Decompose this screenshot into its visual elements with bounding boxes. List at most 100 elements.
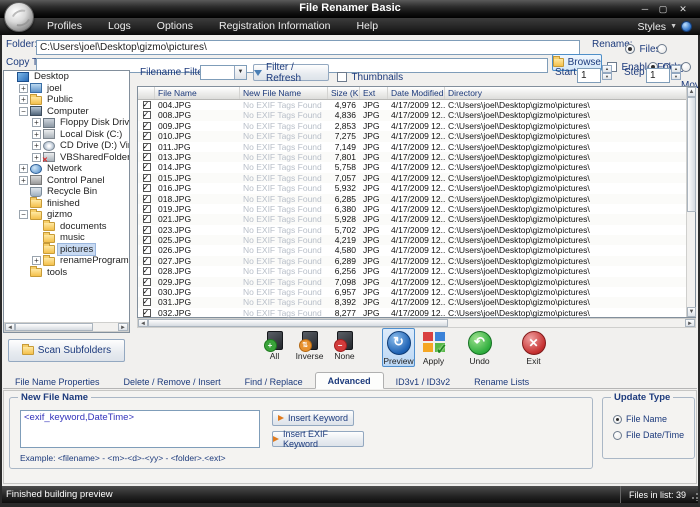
tree-item[interactable]: music [30,232,129,244]
action-button[interactable]: Apply [417,328,450,367]
row-checkbox-cell[interactable] [138,256,155,266]
filename-filter-combobox[interactable]: ▼ [200,65,247,80]
tree-expander-icon[interactable]: + [32,256,41,265]
scroll-left-icon[interactable]: ◄ [138,319,148,327]
scroll-left-icon[interactable]: ◄ [5,323,15,331]
rename-files-radio[interactable] [625,44,635,54]
action-button[interactable]: Exit [517,328,550,367]
header-ext[interactable]: Ext [360,87,388,99]
tree-item[interactable]: + Public [17,94,129,106]
tree-expander-icon[interactable]: + [32,130,41,139]
row-checkbox[interactable] [143,195,151,203]
row-checkbox-cell[interactable] [138,152,155,162]
row-checkbox-cell[interactable] [138,297,155,307]
scroll-right-icon[interactable]: ► [118,323,128,331]
action-button[interactable]: Inverse [293,328,326,367]
menu-item[interactable]: Options [144,18,206,35]
table-row[interactable]: 031.JPG No EXIF Tags Found 8,392 JPG 4/1… [138,297,695,307]
menu-item[interactable]: Logs [95,18,144,35]
row-checkbox-cell[interactable] [138,287,155,297]
tree-item[interactable]: Recycle Bin [17,186,129,198]
row-checkbox-cell[interactable] [138,162,155,172]
table-vertical-scrollbar[interactable]: ▲ ▼ [686,87,695,317]
action-button[interactable]: All [258,328,291,367]
tab[interactable]: Rename Lists [462,374,541,389]
row-checkbox[interactable] [143,205,151,213]
title-bar[interactable]: File Renamer Basic ─ ▢ ✕ [0,0,700,18]
tab[interactable]: Find / Replace [233,374,315,389]
row-checkbox[interactable] [143,143,151,151]
action-button[interactable]: Preview [382,328,415,367]
header-directory[interactable]: Directory [445,87,695,99]
row-checkbox-cell[interactable] [138,277,155,287]
tree-item[interactable]: + Network [17,163,129,175]
tab[interactable]: ID3v1 / ID3v2 [384,374,463,389]
scrollbar-thumb[interactable] [15,323,93,331]
header-date-modified[interactable]: Date Modified [388,87,445,99]
table-row[interactable]: 016.JPG No EXIF Tags Found 5,932 JPG 4/1… [138,183,695,193]
table-horizontal-scrollbar[interactable]: ◄ ► [137,318,696,328]
tree-item[interactable]: pictures [30,244,129,256]
tree-item[interactable]: documents [30,221,129,233]
spin-down-icon[interactable]: ▼ [671,73,681,81]
table-row[interactable]: 010.JPG No EXIF Tags Found 7,275 JPG 4/1… [138,131,695,141]
spin-down-icon[interactable]: ▼ [602,73,612,81]
new-file-name-pattern-input[interactable]: <exif_keyword,DateTime> [20,410,260,448]
scrollbar-thumb[interactable] [687,97,696,212]
row-checkbox[interactable] [143,257,151,265]
menu-item[interactable]: Profiles [34,18,95,35]
menu-item[interactable]: Help [343,18,391,35]
row-checkbox[interactable] [143,184,151,192]
menu-item[interactable]: Registration Information [206,18,343,35]
close-icon[interactable]: ✕ [676,3,690,15]
row-checkbox-cell[interactable] [138,121,155,131]
tree-expander-icon[interactable]: + [19,176,28,185]
tree-item[interactable]: + renamePrograms [30,255,129,267]
maximize-icon[interactable]: ▢ [656,3,670,15]
row-checkbox[interactable] [143,111,151,119]
row-checkbox[interactable] [143,267,151,275]
tree-expander-icon[interactable]: − [19,210,28,219]
row-checkbox-cell[interactable] [138,266,155,276]
header-new-file-name[interactable]: New File Name [240,87,328,99]
action-button[interactable]: Undo [463,328,496,367]
tree-item[interactable]: + CD Drive (D:) VirtualBox Guest [30,140,129,152]
tree-item[interactable]: + Control Panel [17,175,129,187]
filter-refresh-button[interactable]: Filter / Refresh [253,64,329,81]
table-row[interactable]: 004.JPG No EXIF Tags Found 4,976 JPG 4/1… [138,100,695,110]
row-checkbox-cell[interactable] [138,204,155,214]
tab[interactable]: Delete / Remove / Insert [112,374,233,389]
spin-up-icon[interactable]: ▲ [602,65,612,73]
tree-item[interactable]: + Floppy Disk Drive (A:) [30,117,129,129]
table-row[interactable]: 014.JPG No EXIF Tags Found 5,758 JPG 4/1… [138,162,695,172]
tab[interactable]: File Name Properties [3,374,112,389]
tree-item[interactable]: − Computer [17,106,129,118]
chevron-down-icon[interactable]: ▼ [234,66,246,79]
tree-horizontal-scrollbar[interactable]: ◄ ► [4,322,129,332]
row-checkbox-cell[interactable] [138,142,155,152]
thumbnails-checkbox[interactable] [337,72,347,82]
tree-item[interactable]: + VBSharedFolder (\\vboxsvr) (Z [30,152,129,164]
scrollbar-thumb[interactable] [148,319,448,327]
row-checkbox[interactable] [143,278,151,286]
table-row[interactable]: 028.JPG No EXIF Tags Found 6,256 JPG 4/1… [138,266,695,276]
row-checkbox-cell[interactable] [138,235,155,245]
table-row[interactable]: 013.JPG No EXIF Tags Found 7,801 JPG 4/1… [138,152,695,162]
table-row[interactable]: 008.JPG No EXIF Tags Found 4,836 JPG 4/1… [138,110,695,120]
row-checkbox[interactable] [143,122,151,130]
row-checkbox[interactable] [143,215,151,223]
row-checkbox[interactable] [143,101,151,109]
row-checkbox-cell[interactable] [138,131,155,141]
scroll-down-icon[interactable]: ▼ [687,307,696,317]
table-row[interactable]: 015.JPG No EXIF Tags Found 7,057 JPG 4/1… [138,173,695,183]
insert-keyword-button[interactable]: Insert Keyword [272,410,354,426]
table-row[interactable]: 018.JPG No EXIF Tags Found 6,285 JPG 4/1… [138,194,695,204]
tree-item[interactable]: + joel [17,83,129,95]
table-row[interactable]: 023.JPG No EXIF Tags Found 5,702 JPG 4/1… [138,225,695,235]
row-checkbox-cell[interactable] [138,173,155,183]
scroll-right-icon[interactable]: ► [685,319,695,327]
table-row[interactable]: 021.JPG No EXIF Tags Found 5,928 JPG 4/1… [138,214,695,224]
start-spinner[interactable]: ▲▼ [602,65,612,80]
scan-subfolders-button[interactable]: Scan Subfolders [8,339,125,362]
row-checkbox[interactable] [143,132,151,140]
